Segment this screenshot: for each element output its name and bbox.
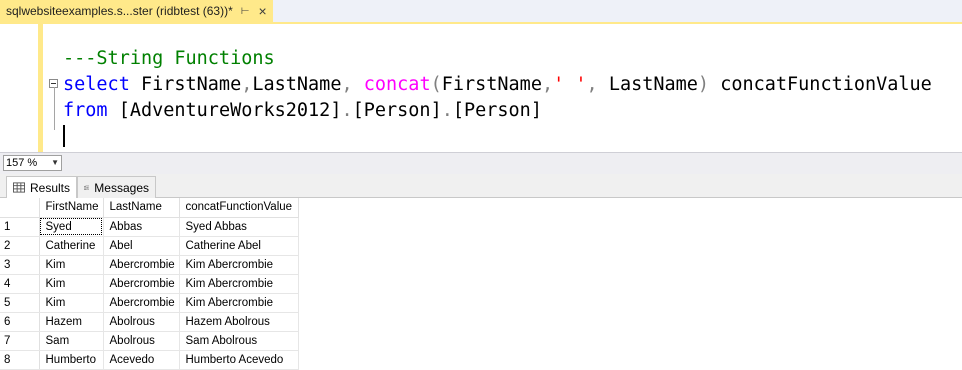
cell-lastname[interactable]: Abel	[103, 236, 180, 256]
table-row[interactable]: 4 Kim Abercrombie Kim Abercrombie	[0, 274, 299, 294]
row-number[interactable]: 8	[0, 350, 40, 370]
cell-firstname[interactable]: Humberto	[39, 350, 104, 370]
cell-concatfunctionvalue[interactable]: Humberto Acevedo	[179, 350, 299, 370]
query-tab-title: sqlwebsiteexamples.s...ster (ridbtest (6…	[6, 4, 233, 18]
tab-messages[interactable]: Messages	[77, 176, 156, 198]
code-token: [Person]	[352, 100, 442, 121]
cell-lastname[interactable]: Abbas	[103, 217, 180, 237]
code-token: ,	[586, 74, 609, 95]
cell-concatfunctionvalue[interactable]: Kim Abercrombie	[179, 255, 299, 275]
cell-lastname[interactable]: Abolrous	[103, 312, 180, 332]
cell-concatfunctionvalue[interactable]: Syed Abbas	[179, 217, 299, 237]
row-number[interactable]: 6	[0, 312, 40, 332]
code-token: from	[63, 100, 108, 121]
cell-firstname[interactable]: Sam	[39, 331, 104, 351]
text-caret	[63, 125, 65, 147]
code-token: LastName	[608, 74, 698, 95]
chevron-down-icon: ▼	[51, 158, 59, 167]
table-row[interactable]: 6 Hazem Abolrous Hazem Abolrous	[0, 312, 299, 332]
cell-concatfunctionvalue[interactable]: Kim Abercrombie	[179, 274, 299, 294]
row-number[interactable]: 5	[0, 293, 40, 313]
table-row[interactable]: 7 Sam Abolrous Sam Abolrous	[0, 331, 299, 351]
row-number[interactable]: 2	[0, 236, 40, 256]
cell-firstname[interactable]: Kim	[39, 274, 104, 294]
code-token: select	[63, 74, 130, 95]
code-token: concat	[363, 74, 431, 95]
table-row[interactable]: 5 Kim Abercrombie Kim Abercrombie	[0, 293, 299, 313]
results-grid[interactable]: FirstName LastName concatFunctionValue 1…	[0, 198, 962, 370]
row-number[interactable]: 7	[0, 331, 40, 351]
row-number[interactable]: 4	[0, 274, 40, 294]
change-tracking-bar	[38, 130, 43, 152]
cell-concatfunctionvalue[interactable]: Hazem Abolrous	[179, 312, 299, 332]
code-token: .	[341, 100, 353, 121]
cell-concatfunctionvalue[interactable]: Sam Abolrous	[179, 331, 299, 351]
tab-messages-label: Messages	[94, 180, 149, 195]
editor-status-bar: 157 % ▼	[0, 152, 962, 174]
cell-firstname[interactable]: Catherine	[39, 236, 104, 256]
results-tabs: Results Messages	[0, 174, 962, 198]
cell-firstname[interactable]: Syed	[39, 217, 104, 237]
code-token: ,	[541, 74, 554, 95]
code-token: concatFunctionValue	[709, 74, 932, 95]
zoom-dropdown[interactable]: 157 % ▼	[3, 155, 62, 171]
code-token: ,	[341, 74, 364, 95]
messages-icon	[84, 185, 90, 190]
column-header-lastname[interactable]: LastName	[103, 198, 180, 218]
code-token: ' '	[553, 74, 587, 95]
tab-results[interactable]: Results	[6, 176, 77, 198]
cell-firstname[interactable]: Hazem	[39, 312, 104, 332]
table-row[interactable]: 1 Syed Abbas Syed Abbas	[0, 217, 299, 237]
editor-margin	[0, 24, 38, 152]
code-token: ,	[241, 74, 253, 95]
zoom-value: 157 %	[6, 157, 38, 169]
pin-icon[interactable]: ⊢	[241, 6, 250, 17]
code-token: )	[697, 74, 710, 95]
outline-line	[54, 87, 55, 130]
code-token: FirstName	[441, 74, 542, 95]
query-tab[interactable]: sqlwebsiteexamples.s...ster (ridbtest (6…	[0, 0, 273, 24]
grid-icon	[13, 182, 25, 193]
code-line[interactable]: ---String Functions	[63, 46, 275, 72]
cell-concatfunctionvalue[interactable]: Kim Abercrombie	[179, 293, 299, 313]
tab-results-label: Results	[29, 180, 70, 195]
code-token: FirstName	[129, 74, 242, 95]
code-token: (	[430, 74, 442, 95]
row-number-header[interactable]	[0, 198, 40, 218]
cell-firstname[interactable]: Kim	[39, 255, 104, 275]
cell-lastname[interactable]: Abercrombie	[103, 274, 180, 294]
cell-lastname[interactable]: Abercrombie	[103, 255, 180, 275]
code-token: [Person]	[452, 100, 542, 121]
code-line[interactable]: from [AdventureWorks2012].[Person].[Pers…	[63, 98, 542, 124]
code-token: [AdventureWorks2012]	[107, 100, 342, 121]
table-row[interactable]: 3 Kim Abercrombie Kim Abercrombie	[0, 255, 299, 275]
cell-firstname[interactable]: Kim	[39, 293, 104, 313]
column-header-firstname[interactable]: FirstName	[39, 198, 104, 218]
table-row[interactable]: 8 Humberto Acevedo Humberto Acevedo	[0, 350, 299, 370]
code-token: .	[441, 100, 453, 121]
cell-concatfunctionvalue[interactable]: Catherine Abel	[179, 236, 299, 256]
code-line[interactable]: select FirstName,LastName, concat(FirstN…	[63, 72, 932, 98]
change-tracking-bar	[38, 24, 43, 130]
code-token: LastName	[252, 74, 342, 95]
query-editor[interactable]: ---String Functions select FirstName,Last…	[0, 24, 962, 152]
cell-lastname[interactable]: Abolrous	[103, 331, 180, 351]
document-tab-strip: sqlwebsiteexamples.s...ster (ridbtest (6…	[0, 0, 962, 24]
grid-header-row: FirstName LastName concatFunctionValue	[0, 198, 299, 218]
row-number[interactable]: 1	[0, 217, 40, 237]
table-row[interactable]: 2 Catherine Abel Catherine Abel	[0, 236, 299, 256]
close-icon[interactable]: ×	[258, 4, 266, 18]
cell-lastname[interactable]: Acevedo	[103, 350, 180, 370]
code-token: ---String Functions	[63, 48, 275, 69]
cell-lastname[interactable]: Abercrombie	[103, 293, 180, 313]
row-number[interactable]: 3	[0, 255, 40, 275]
column-header-concatfunctionvalue[interactable]: concatFunctionValue	[179, 198, 299, 218]
